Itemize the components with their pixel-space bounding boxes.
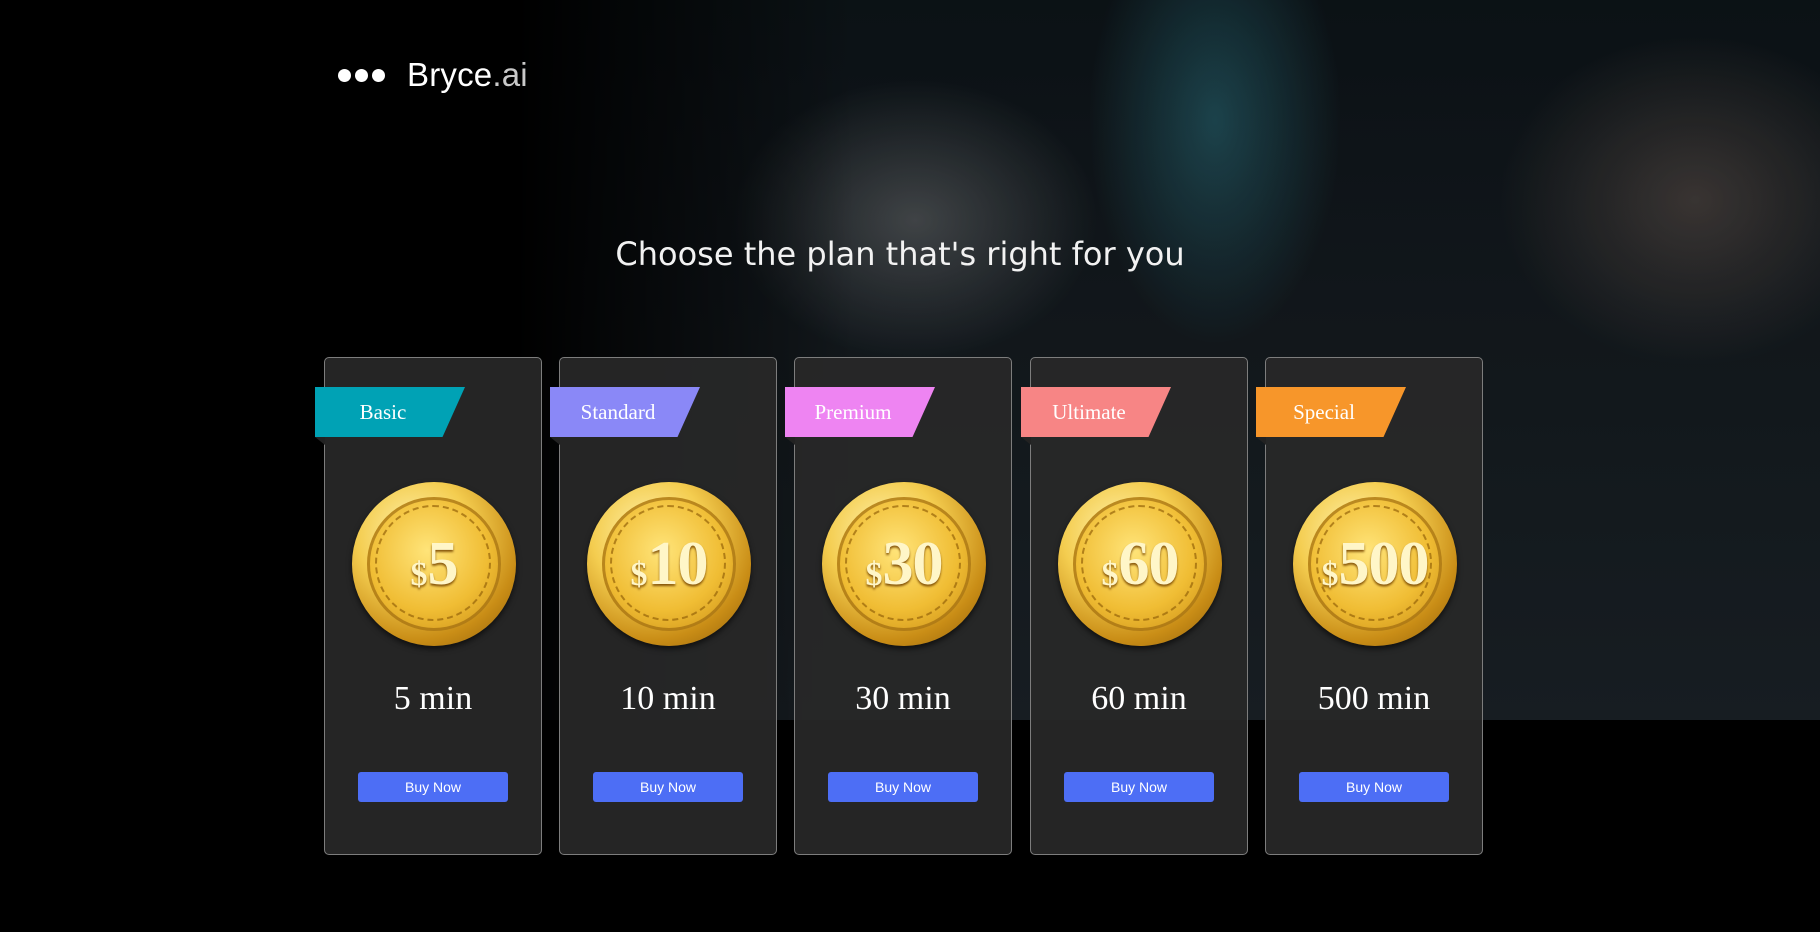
plan-duration: 500 min <box>1317 680 1431 717</box>
gold-coin-icon: $30 <box>822 482 986 646</box>
ribbon-fold <box>550 437 560 445</box>
plan-price: 500 <box>1338 529 1430 598</box>
gold-coin-icon: $10 <box>587 482 751 646</box>
brand-name: Bryce.ai <box>407 56 528 94</box>
buy-now-button-ultimate[interactable]: Buy Now <box>1064 772 1214 802</box>
plan-card-premium: Premium $30 30 min Buy Now <box>785 357 1012 855</box>
price-symbol: $ <box>1101 556 1119 593</box>
plan-name: Special <box>1293 400 1355 424</box>
dots-icon <box>338 68 385 82</box>
plan-card-standard: Standard $10 10 min Buy Now <box>550 357 777 855</box>
buy-now-button-special[interactable]: Buy Now <box>1299 772 1449 802</box>
ribbon-fold <box>315 437 325 445</box>
plan-card-special: Special $500 500 min Buy Now <box>1256 357 1483 855</box>
plan-price: 60 <box>1118 529 1180 598</box>
plan-duration: 5 min <box>393 680 473 717</box>
price-symbol: $ <box>630 556 648 593</box>
plan-name: Standard <box>580 400 656 424</box>
plan-card-ultimate: Ultimate $60 60 min Buy Now <box>1021 357 1248 855</box>
gold-coin-icon: $5 <box>352 482 516 646</box>
gold-coin-icon: $60 <box>1058 482 1222 646</box>
ribbon-fold <box>785 437 795 445</box>
plan-name: Ultimate <box>1052 400 1126 424</box>
plan-duration: 10 min <box>620 680 716 717</box>
buy-now-button-standard[interactable]: Buy Now <box>593 772 743 802</box>
brand-name-suffix: .ai <box>492 56 528 93</box>
price-symbol: $ <box>1321 556 1339 593</box>
plan-card-basic: Basic $5 5 min Buy Now <box>315 357 542 855</box>
brand-logo[interactable]: Bryce.ai <box>338 56 528 94</box>
ribbon-fold <box>1256 437 1266 445</box>
buy-now-button-basic[interactable]: Buy Now <box>358 772 508 802</box>
plan-duration: 60 min <box>1091 680 1187 717</box>
brand-name-main: Bryce <box>407 56 493 93</box>
plan-name: Basic <box>359 400 407 424</box>
ribbon-fold <box>1021 437 1031 445</box>
price-symbol: $ <box>410 556 428 593</box>
price-symbol: $ <box>865 556 883 593</box>
plan-price: 10 <box>647 529 709 598</box>
plan-price: 5 <box>427 529 459 598</box>
plan-name: Premium <box>814 400 892 424</box>
plan-duration: 30 min <box>855 680 951 717</box>
page-title: Choose the plan that's right for you <box>615 235 1185 274</box>
buy-now-button-premium[interactable]: Buy Now <box>828 772 978 802</box>
plan-price: 30 <box>882 529 944 598</box>
gold-coin-icon: $500 <box>1293 482 1457 646</box>
